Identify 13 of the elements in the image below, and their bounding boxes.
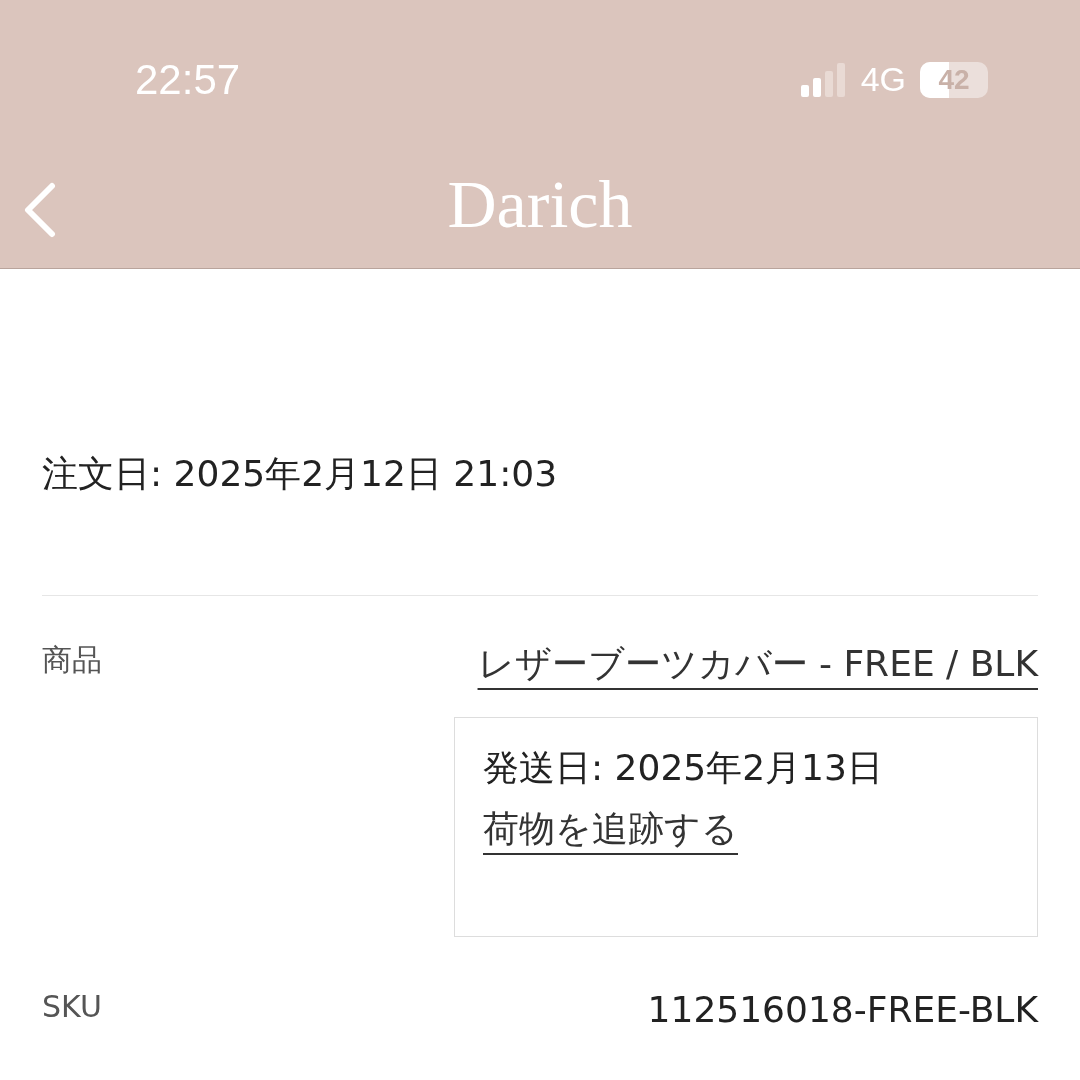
store-title: Darich bbox=[447, 170, 633, 238]
shipping-date: 発送日: 2025年2月13日 bbox=[483, 746, 884, 790]
sku-value: 112516018-FREE-BLK bbox=[647, 989, 1038, 1030]
battery-level: 42 bbox=[938, 63, 970, 96]
tracking-link[interactable]: 荷物を追跡する bbox=[483, 805, 738, 854]
signal-icon bbox=[800, 62, 847, 97]
product-label: 商品 bbox=[42, 641, 102, 679]
network-label: 4G bbox=[860, 60, 906, 99]
sku-label: SKU bbox=[42, 989, 102, 1024]
product-link[interactable]: レザーブーツカバー - FREE / BLK bbox=[477, 640, 1038, 689]
back-icon[interactable] bbox=[22, 182, 58, 238]
status-time: 22:57 bbox=[135, 56, 241, 104]
order-date: 注文日: 2025年2月12日 21:03 bbox=[42, 452, 559, 496]
